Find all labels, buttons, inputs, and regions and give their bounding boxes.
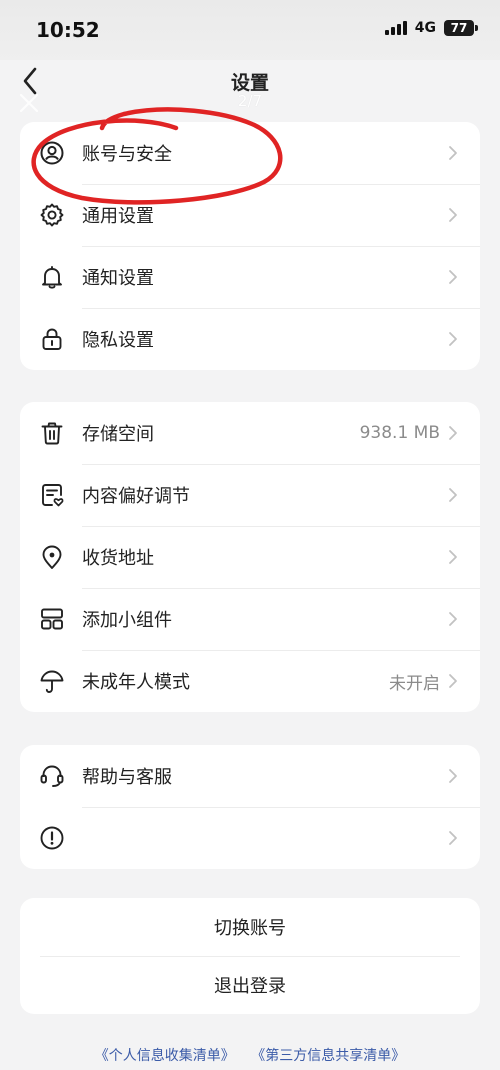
chevron-right-icon [449, 769, 457, 783]
settings-item-add-widget[interactable]: 添加小组件 [20, 588, 480, 650]
settings-item-account-security[interactable]: 账号与安全 [20, 122, 480, 184]
settings-item-label: 通用设置 [82, 206, 154, 227]
settings-item-label: 通知设置 [82, 268, 154, 289]
settings-item-privacy[interactable]: 隐私设置 [20, 308, 480, 370]
settings-group-account: 账号与安全 通用设置 通知设置 隐私设置 [20, 122, 480, 370]
settings-item-about[interactable] [20, 807, 480, 869]
gear-icon [40, 203, 64, 227]
settings-item-storage[interactable]: 存储空间 938.1 MB [20, 402, 480, 464]
chevron-right-icon [449, 488, 457, 502]
widget-grid-icon [41, 608, 63, 630]
info-alert-icon [40, 826, 64, 850]
chevron-right-icon [449, 612, 457, 626]
bell-icon [42, 266, 62, 289]
chevron-right-icon [449, 831, 457, 845]
settings-item-minor-mode[interactable]: 未成年人模式 未开启 [20, 650, 480, 712]
account-actions: 切换账号 退出登录 [20, 898, 480, 1014]
status-bar: 10:52 4G 77 [0, 0, 500, 60]
chevron-right-icon [449, 550, 457, 564]
settings-item-shipping-address[interactable]: 收货地址 [20, 526, 480, 588]
third-party-share-list-link[interactable]: 《第三方信息共享清单》 [251, 1048, 405, 1064]
minor-mode-status: 未开启 [389, 673, 440, 694]
location-pin-icon [42, 545, 62, 569]
nav-bar: 设置 2/7 [0, 60, 500, 120]
battery-icon: 77 [444, 20, 478, 36]
settings-item-label: 内容偏好调节 [82, 486, 190, 507]
settings-item-content-preferences[interactable]: 内容偏好调节 [20, 464, 480, 526]
document-heart-icon [42, 484, 64, 507]
chevron-right-icon [449, 270, 457, 284]
settings-item-general[interactable]: 通用设置 [20, 184, 480, 246]
umbrella-icon [40, 670, 64, 693]
logout-button[interactable]: 退出登录 [20, 956, 480, 1014]
footer-links: 《个人信息收集清单》 《第三方信息共享清单》 [0, 1045, 500, 1065]
settings-item-label: 添加小组件 [82, 610, 172, 631]
settings-item-label: 帮助与客服 [82, 767, 172, 788]
settings-item-label: 存储空间 [82, 424, 154, 445]
settings-group-storage: 存储空间 938.1 MB 内容偏好调节 收货地址 添加小组件 未成年人模式 未… [20, 402, 480, 712]
settings-item-notifications[interactable]: 通知设置 [20, 246, 480, 308]
chevron-right-icon [449, 146, 457, 160]
signal-icon [384, 21, 407, 35]
chevron-right-icon [449, 332, 457, 346]
page-title: 设置 [230, 72, 269, 94]
privacy-info-list-link[interactable]: 《个人信息收集清单》 [95, 1048, 235, 1064]
settings-item-label: 账号与安全 [82, 144, 172, 165]
chevron-right-icon [449, 208, 457, 222]
switch-account-button[interactable]: 切换账号 [20, 898, 480, 956]
lock-icon [42, 328, 62, 350]
settings-item-label: 收货地址 [82, 548, 154, 569]
storage-size-value: 938.1 MB [359, 423, 440, 443]
settings-item-label: 隐私设置 [82, 330, 154, 351]
status-indicators: 4G 77 [384, 20, 478, 36]
trash-icon [41, 422, 63, 445]
image-counter: 2/7 [237, 92, 263, 110]
status-time: 10:52 [36, 18, 100, 42]
chevron-right-icon [449, 674, 457, 688]
chevron-right-icon [449, 426, 457, 440]
settings-item-label: 未成年人模式 [82, 672, 190, 693]
settings-item-help-support[interactable]: 帮助与客服 [20, 745, 480, 807]
battery-level: 77 [450, 21, 468, 35]
settings-group-support: 帮助与客服 [20, 745, 480, 869]
network-type: 4G [414, 20, 436, 36]
headset-icon [40, 765, 64, 787]
user-circle-icon [40, 141, 64, 165]
